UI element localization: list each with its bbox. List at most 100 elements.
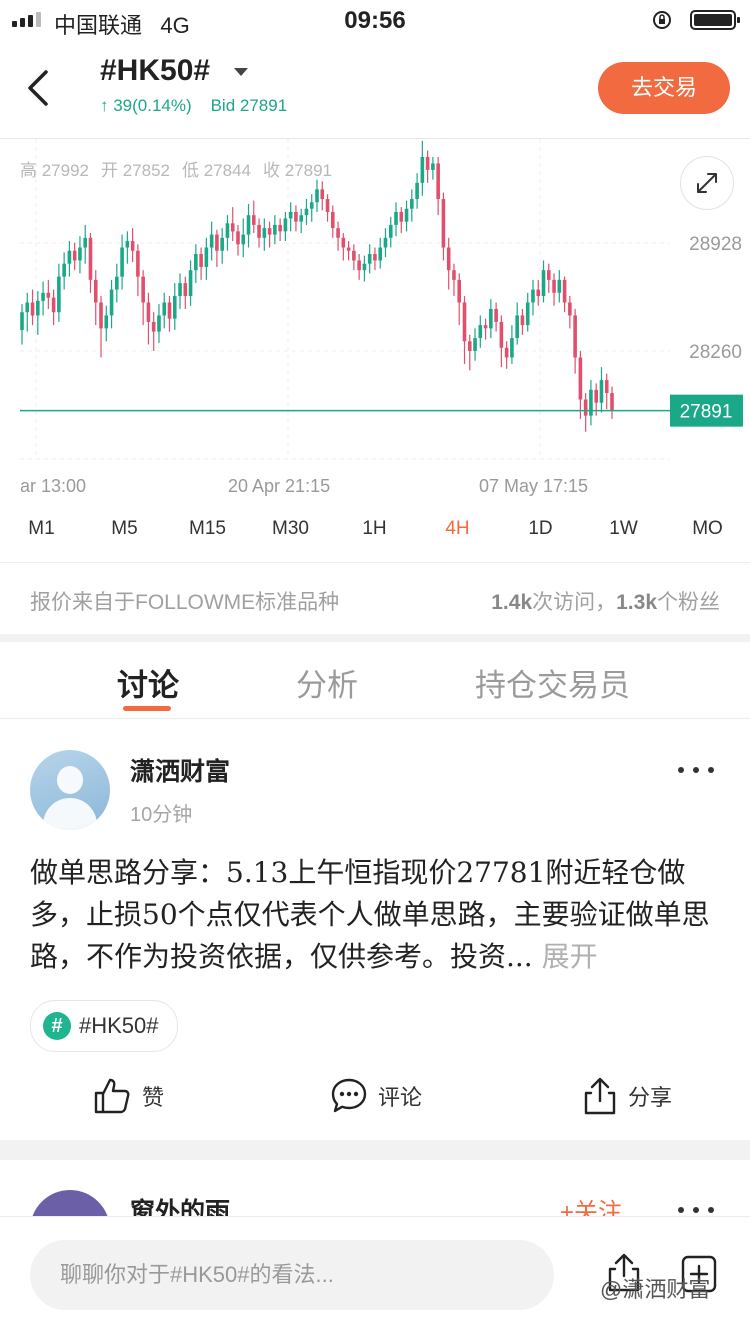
candle-body [425, 156, 430, 170]
comment-input[interactable]: 聊聊你对于#HK50#的看法... [30, 1240, 554, 1310]
tab-analysis[interactable]: 分析 [296, 660, 358, 705]
candle-body [151, 321, 156, 332]
more-options-icon[interactable] [678, 760, 714, 780]
candle-body [483, 325, 488, 329]
section-gap [0, 634, 750, 642]
topic-tag[interactable]: # #HK50# [30, 1000, 178, 1052]
expand-link[interactable]: 展开 [542, 941, 598, 972]
post-text: 做单思路分享：5.13上午恒指现价27781附近轻仓做多，止损50个点仅代表个人… [30, 856, 710, 973]
like-button[interactable]: 赞 [92, 1076, 164, 1116]
timeframe-1w[interactable]: 1W [582, 518, 665, 540]
candle-body [25, 302, 30, 313]
ohlc-close: 收 27891 [263, 161, 332, 180]
candle-body [236, 231, 240, 245]
candle-body [299, 215, 303, 222]
candle-body [262, 228, 267, 238]
candle-body [204, 247, 209, 267]
candlestick-chart[interactable]: 27891 28928 28260 [0, 139, 750, 469]
post-author[interactable]: 潇洒财富 [130, 752, 230, 788]
candle-body [431, 163, 435, 170]
candle-body [568, 302, 572, 316]
back-arrow-icon[interactable] [24, 68, 54, 108]
candle-body [504, 347, 509, 358]
candle-body [83, 237, 88, 248]
candle-body [93, 279, 98, 303]
candle-body [157, 315, 161, 332]
timeframe-mo[interactable]: MO [666, 518, 749, 540]
candle-body [352, 250, 356, 261]
candle-body [120, 247, 124, 277]
candle-body [510, 338, 514, 358]
candle-body [283, 218, 288, 232]
candle-body [215, 234, 219, 251]
timeframe-4h[interactable]: 4H [416, 518, 499, 540]
candle-body [172, 296, 177, 319]
candle-body [241, 234, 246, 245]
candle-body [304, 208, 309, 216]
candle-body [88, 237, 93, 280]
comment-button[interactable]: 评论 [330, 1076, 422, 1116]
tab-position-traders[interactable]: 持仓交易员 [475, 660, 630, 705]
timeframe-m15[interactable]: M15 [166, 518, 249, 540]
candle-body [72, 250, 77, 261]
trade-button[interactable]: 去交易 [598, 62, 730, 114]
candle-body [336, 228, 340, 238]
candle-body [341, 237, 346, 248]
candle-body [362, 263, 367, 271]
like-label: 赞 [142, 1085, 165, 1110]
candle-body [257, 224, 261, 238]
candle-body [267, 228, 272, 235]
candle-body [178, 283, 182, 297]
current-price-label: 27891 [680, 402, 733, 423]
timeframe-m5[interactable]: M5 [83, 518, 166, 540]
candle-body [478, 325, 483, 339]
watermark: @潇洒财富 [600, 1277, 711, 1302]
hashtag-icon: # [43, 1012, 71, 1040]
divider [0, 562, 750, 563]
candle-body [546, 270, 551, 280]
candle-body [309, 202, 314, 209]
comment-icon [331, 1078, 367, 1113]
candle-body [515, 315, 519, 339]
share-icon [584, 1077, 616, 1115]
tab-discussion[interactable]: 讨论 [117, 660, 179, 705]
active-tab-indicator [123, 706, 171, 711]
candle-body [367, 253, 372, 264]
symbol-title[interactable]: #HK50# [100, 54, 210, 88]
share-button[interactable]: 分享 [582, 1076, 672, 1116]
section-gap [0, 1140, 750, 1160]
visit-count: 1.4k [491, 591, 533, 614]
candle-body [125, 241, 130, 248]
candle-body [130, 241, 135, 251]
candle-body [288, 211, 293, 219]
candle-body [325, 199, 330, 212]
ohlc-summary: 高 27992 开 27852 低 27844 收 27891 [20, 156, 344, 181]
rotation-lock-icon [653, 11, 671, 29]
candle-body [20, 312, 24, 330]
candle-body [525, 302, 530, 326]
post-body[interactable]: 做单思路分享：5.13上午恒指现价27781附近轻仓做多，止损50个点仅代表个人… [30, 852, 720, 978]
candle-body [552, 279, 556, 293]
candle-body [604, 380, 609, 394]
candle-body [404, 208, 409, 222]
candle-body [452, 270, 456, 280]
share-label: 分享 [628, 1085, 673, 1110]
clock: 09:56 [344, 7, 406, 34]
candle-body [573, 315, 577, 358]
avatar[interactable] [30, 750, 110, 830]
candle-body [30, 302, 35, 316]
candle-body [388, 224, 393, 238]
timeframe-1d[interactable]: 1D [499, 518, 582, 540]
timeframe-m1[interactable]: M1 [0, 518, 83, 540]
timeframe-1h[interactable]: 1H [333, 518, 416, 540]
caret-down-icon[interactable] [234, 68, 248, 76]
candle-body [199, 253, 203, 267]
candle-body [383, 237, 388, 248]
timeframe-m30[interactable]: M30 [249, 518, 332, 540]
status-bar: 中国联通 4G 09:56 [0, 0, 750, 40]
candle-body [531, 289, 535, 303]
y-tick-label: 28260 [689, 342, 742, 363]
fullscreen-button[interactable] [680, 156, 734, 210]
candle-body [520, 315, 525, 326]
candle-body [136, 250, 140, 277]
